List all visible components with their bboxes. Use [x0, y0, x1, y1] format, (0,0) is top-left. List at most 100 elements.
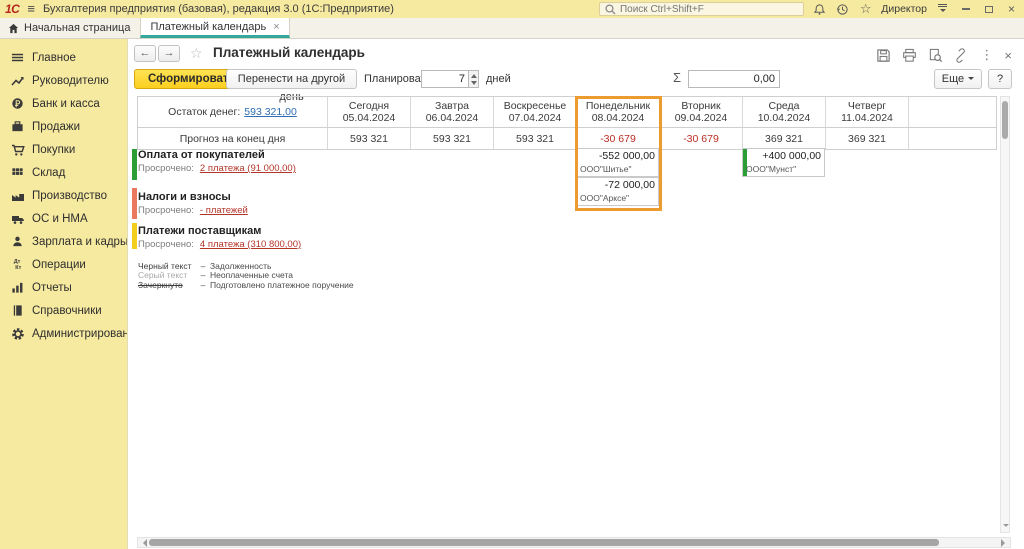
overdue-link[interactable]: - платежей: [200, 205, 248, 216]
print-icon[interactable]: [902, 48, 917, 63]
preview-icon[interactable]: [928, 48, 943, 63]
tab-label: Платежный календарь: [150, 21, 266, 33]
group-overdue: Просрочено:2 платежа (91 000,00): [138, 163, 296, 174]
minimize-button[interactable]: [958, 2, 973, 17]
column-header[interactable]: Вторник09.04.2024: [660, 97, 743, 127]
calendar-table: Остаток денег: 593 321,00 Сегодня05.04.2…: [137, 96, 997, 150]
forecast-value[interactable]: 369 321: [743, 128, 826, 149]
close-window-button[interactable]: ×: [1004, 2, 1019, 17]
search-icon: [603, 2, 617, 17]
payment-cell[interactable]: -552 000,00 ООО"Шитье": [576, 148, 659, 177]
home-tab-label: Начальная страница: [24, 22, 130, 34]
plan-days-input[interactable]: [421, 70, 468, 88]
group-title: Платежи поставщикам: [138, 225, 261, 237]
column-header[interactable]: Сегодня05.04.2024: [328, 97, 411, 127]
sidebar-item-pokupki[interactable]: Покупки: [0, 138, 127, 161]
forecast-empty: [909, 128, 996, 149]
nav-forward-button[interactable]: →: [158, 45, 180, 62]
sidebar-item-bank-i-kassa[interactable]: Банк и касса: [0, 92, 127, 115]
briefcase-icon: [10, 119, 25, 134]
forecast-value[interactable]: 593 321: [328, 128, 411, 149]
forecast-value[interactable]: 593 321: [411, 128, 494, 149]
sidebar-item-rukovoditelyu[interactable]: Руководителю: [0, 69, 127, 92]
overdue-link[interactable]: 4 платежа (310 800,00): [200, 239, 301, 250]
balance-amount-link[interactable]: 593 321,00: [244, 106, 297, 118]
sidebar-item-proizvodstvo[interactable]: Производство: [0, 184, 127, 207]
maximize-button[interactable]: [981, 2, 996, 17]
group-overdue: Просрочено:4 платежа (310 800,00): [138, 239, 301, 250]
forecast-value[interactable]: -30 679: [660, 128, 743, 149]
save-icon[interactable]: [876, 48, 891, 63]
column-header-selected[interactable]: Понедельник08.04.2024: [577, 97, 660, 127]
sidebar-item-spravochniki[interactable]: Справочники: [0, 299, 127, 322]
group-bar-yellow: [132, 223, 137, 249]
column-header[interactable]: Завтра06.04.2024: [411, 97, 494, 127]
favorite-star-icon[interactable]: ☆: [190, 45, 203, 62]
current-user[interactable]: Директор: [881, 3, 927, 15]
legend-row: Зачеркнуто – Подготовлено платежное пору…: [138, 280, 354, 290]
trend-chart-icon: [10, 73, 25, 88]
notifications-bell-icon[interactable]: [812, 2, 827, 17]
sidebar-item-administrirovanie[interactable]: Администрирование: [0, 322, 127, 345]
gear-icon: [10, 326, 25, 341]
1c-logo-icon: 1С: [5, 2, 19, 16]
payment-cell-incoming[interactable]: +400 000,00 ООО"Мунст": [742, 148, 825, 177]
home-icon: [8, 23, 19, 34]
sidebar-item-glavnoe[interactable]: Главное: [0, 46, 127, 69]
column-header[interactable]: Воскресенье07.04.2024: [494, 97, 577, 127]
tab-bar: Начальная страница Платежный календарь ×: [0, 18, 1024, 39]
nav-back-button[interactable]: ←: [134, 45, 156, 62]
horizontal-scrollbar-thumb[interactable]: [149, 539, 939, 546]
move-to-other-day-button[interactable]: Перенести на другой день: [226, 69, 357, 89]
more-button[interactable]: Еще: [934, 69, 982, 89]
forecast-value[interactable]: 369 321: [826, 128, 909, 149]
sidebar-item-otchety[interactable]: Отчеты: [0, 276, 127, 299]
sidebar-item-zarplata-i-kadry[interactable]: Зарплата и кадры: [0, 230, 127, 253]
stepper-down-icon[interactable]: [469, 79, 478, 87]
home-page-link[interactable]: Начальная страница: [0, 18, 140, 38]
chevron-down-icon: [968, 77, 974, 83]
global-search[interactable]: [599, 2, 804, 16]
favorites-star-icon[interactable]: ☆: [858, 2, 873, 17]
overdue-link[interactable]: 2 платежа (91 000,00): [200, 163, 296, 174]
scroll-right-arrow-icon[interactable]: [1001, 539, 1009, 547]
sum-input[interactable]: [688, 70, 780, 88]
sidebar-item-prodazhi[interactable]: Продажи: [0, 115, 127, 138]
forecast-value[interactable]: 593 321: [494, 128, 577, 149]
stepper-up-icon[interactable]: [469, 71, 478, 79]
tab-close-icon[interactable]: ×: [273, 21, 279, 33]
dt-kt-icon: Дт Кт: [10, 257, 25, 272]
sidebar-item-sklad[interactable]: Склад: [0, 161, 127, 184]
close-form-icon[interactable]: ×: [1004, 48, 1012, 63]
more-dots-icon[interactable]: ⋮: [980, 47, 993, 63]
group-bar-salmon: [132, 188, 137, 219]
cart-icon: [10, 142, 25, 157]
scroll-left-arrow-icon[interactable]: [139, 539, 147, 547]
history-icon[interactable]: [835, 2, 850, 17]
vertical-scrollbar-thumb[interactable]: [1002, 101, 1008, 139]
sidebar-item-os-i-nma[interactable]: ОС и НМА: [0, 207, 127, 230]
group-title: Оплата от покупателей: [138, 149, 265, 161]
plan-days-stepper[interactable]: [421, 70, 479, 88]
main-menu-icon[interactable]: ≡: [27, 4, 35, 14]
tab-payment-calendar[interactable]: Платежный календарь ×: [140, 18, 289, 38]
column-header[interactable]: Четверг11.04.2024: [826, 97, 909, 127]
legend-row: Черный текст – Задолженность: [138, 261, 354, 271]
link-icon[interactable]: [954, 48, 969, 63]
help-button[interactable]: ?: [988, 69, 1012, 89]
sidebar-item-operacii[interactable]: Дт Кт Операции: [0, 253, 127, 276]
horizontal-scrollbar[interactable]: [137, 537, 1011, 548]
forecast-value[interactable]: -30 679: [577, 128, 660, 149]
search-input[interactable]: [620, 4, 800, 15]
service-menu-icon[interactable]: [935, 2, 950, 17]
plan-unit-label: дней: [486, 73, 511, 85]
vertical-scrollbar[interactable]: [1000, 96, 1010, 533]
bar-chart-icon: [10, 280, 25, 295]
book-icon: [10, 303, 25, 318]
payment-cell[interactable]: -72 000,00 ООО"Арксе": [576, 177, 659, 206]
scroll-down-arrow-icon[interactable]: [1003, 524, 1009, 530]
boxes-grid-icon: [10, 165, 25, 180]
balance-label: Остаток денег:: [168, 106, 240, 118]
column-header[interactable]: Среда10.04.2024: [743, 97, 826, 127]
sum-sigma-icon: Σ: [673, 70, 681, 85]
